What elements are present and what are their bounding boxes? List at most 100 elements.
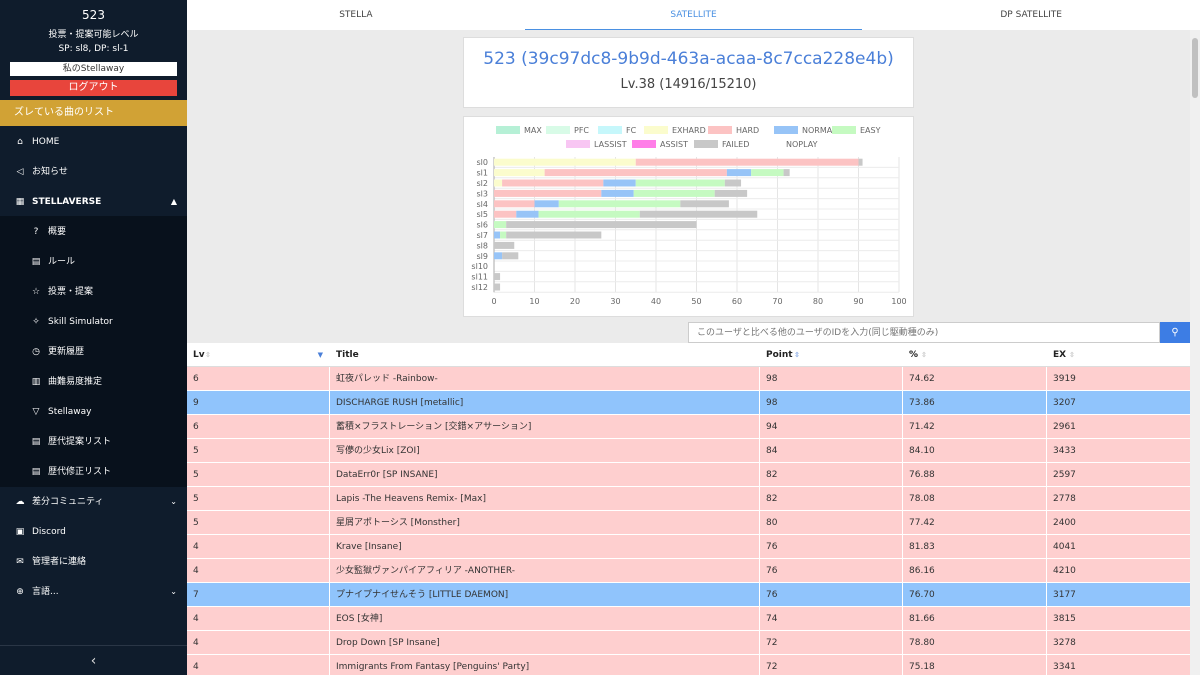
legend-label[interactable]: EASY bbox=[860, 126, 881, 135]
sidebar-item-contact-admin[interactable]: ✉ 管理者に連絡 bbox=[0, 547, 187, 577]
legend-label[interactable]: ASSIST bbox=[660, 140, 688, 149]
legend-label[interactable]: NORMAL bbox=[802, 126, 837, 135]
legend-swatch[interactable] bbox=[832, 126, 856, 134]
legend-swatch[interactable] bbox=[546, 126, 570, 134]
mismatch-song-list-link[interactable]: ズレている曲のリスト bbox=[0, 100, 187, 126]
table-row[interactable]: 7 プナイプナイせんそう [LITTLE DAEMON] 76 76.70 3177 bbox=[187, 583, 1190, 607]
cell-title[interactable]: EOS [女神] bbox=[330, 607, 760, 630]
bar-segment[interactable] bbox=[601, 189, 634, 197]
bar-segment[interactable] bbox=[494, 231, 501, 239]
table-row[interactable]: 5 DataErr0r [SP INSANE] 82 76.88 2597 bbox=[187, 463, 1190, 487]
bar-segment[interactable] bbox=[494, 210, 517, 218]
cell-title[interactable]: 写儚の少女Lix [ZOI] bbox=[330, 439, 760, 462]
bar-segment[interactable] bbox=[494, 158, 636, 166]
bar-segment[interactable] bbox=[516, 210, 539, 218]
table-row[interactable]: 6 虹夜パレッド -Rainbow- 98 74.62 3919 bbox=[187, 367, 1190, 391]
sidebar-item-stellaverse[interactable]: ▦ STELLAVERSE ▲ bbox=[0, 187, 187, 217]
cell-title[interactable]: Drop Down [SP Insane] bbox=[330, 631, 760, 654]
bar-segment[interactable] bbox=[494, 169, 545, 177]
filter-icon[interactable]: ▼ bbox=[318, 343, 323, 366]
bar-segment[interactable] bbox=[858, 158, 863, 166]
sidebar-item-home[interactable]: ⌂ HOME bbox=[0, 127, 187, 157]
bar-segment[interactable] bbox=[494, 189, 602, 197]
bar-segment[interactable] bbox=[494, 283, 501, 291]
legend-label[interactable]: NOPLAY bbox=[786, 140, 818, 149]
legend-label[interactable]: MAX bbox=[524, 126, 542, 135]
table-row[interactable]: 4 Drop Down [SP Insane] 72 78.80 3278 bbox=[187, 631, 1190, 655]
cell-title[interactable]: Lapis -The Heavens Remix- [Max] bbox=[330, 487, 760, 510]
legend-label[interactable]: FAILED bbox=[722, 140, 749, 149]
sidebar-item-news[interactable]: ◁ お知らせ bbox=[0, 157, 187, 187]
sidebar-item-stellaway[interactable]: ▽ Stellaway bbox=[0, 397, 187, 427]
table-row[interactable]: 5 星屑アポトーシス [Monsther] 80 77.42 2400 bbox=[187, 511, 1190, 535]
bar-segment[interactable] bbox=[558, 200, 681, 208]
legend-swatch[interactable] bbox=[598, 126, 622, 134]
cell-title[interactable]: Immigrants From Fantasy [Penguins' Party… bbox=[330, 655, 760, 675]
sidebar-item-skill-simulator[interactable]: ✧ Skill Simulator bbox=[0, 307, 187, 337]
sidebar-item-language[interactable]: ⊕ 言語... ⌄ bbox=[0, 577, 187, 607]
sidebar-item-overview[interactable]: ? 概要 bbox=[0, 217, 187, 247]
legend-swatch[interactable] bbox=[774, 126, 798, 134]
bar-segment[interactable] bbox=[506, 231, 602, 239]
table-row[interactable]: 9 DISCHARGE RUSH [metallic] 98 73.86 3207 bbox=[187, 391, 1190, 415]
col-percent-header[interactable]: % ⇳ bbox=[903, 343, 1047, 366]
bar-segment[interactable] bbox=[714, 189, 748, 197]
table-row[interactable]: 4 Krave [Insane] 76 81.83 4041 bbox=[187, 535, 1190, 559]
bar-segment[interactable] bbox=[494, 179, 503, 187]
cell-title[interactable]: 虹夜パレッド -Rainbow- bbox=[330, 367, 760, 390]
bar-segment[interactable] bbox=[494, 221, 507, 229]
cell-title[interactable]: DISCHARGE RUSH [metallic] bbox=[330, 391, 760, 414]
table-row[interactable]: 6 蓄積×フラストレーション [交錯×アサーション] 94 71.42 2961 bbox=[187, 415, 1190, 439]
bar-segment[interactable] bbox=[783, 169, 790, 177]
bar-segment[interactable] bbox=[544, 169, 727, 177]
legend-swatch[interactable] bbox=[496, 126, 520, 134]
sidebar-item-update-history[interactable]: ◷ 更新履歴 bbox=[0, 337, 187, 367]
compare-search-button[interactable]: ⚲ bbox=[1160, 322, 1190, 343]
tab-stella[interactable]: STELLA bbox=[187, 0, 525, 30]
cell-title[interactable]: プナイプナイせんそう [LITTLE DAEMON] bbox=[330, 583, 760, 606]
legend-label[interactable]: FC bbox=[626, 126, 637, 135]
tab-dp-satellite[interactable]: DP SATELLITE bbox=[862, 0, 1200, 30]
table-row[interactable]: 4 Immigrants From Fantasy [Penguins' Part… bbox=[187, 655, 1190, 675]
sidebar-item-proposal-history[interactable]: ▤ 歴代提案リスト bbox=[0, 427, 187, 457]
cell-title[interactable]: Krave [Insane] bbox=[330, 535, 760, 558]
sidebar-item-discord[interactable]: ▣ Discord bbox=[0, 517, 187, 547]
col-lv-header[interactable]: Lv ▼ ⇳ bbox=[187, 343, 330, 366]
sidebar-item-difficulty-estimate[interactable]: ▥ 曲難易度推定 bbox=[0, 367, 187, 397]
bar-segment[interactable] bbox=[494, 273, 501, 281]
bar-segment[interactable] bbox=[494, 252, 503, 260]
bar-segment[interactable] bbox=[506, 221, 697, 229]
tab-satellite[interactable]: SATELLITE bbox=[524, 0, 863, 30]
bar-segment[interactable] bbox=[724, 179, 742, 187]
legend-label[interactable]: LASSIST bbox=[594, 140, 627, 149]
compare-user-input[interactable] bbox=[688, 322, 1160, 343]
collapse-sidebar-button[interactable]: ‹ bbox=[0, 645, 187, 675]
legend-swatch[interactable] bbox=[708, 126, 732, 134]
bar-segment[interactable] bbox=[680, 200, 729, 208]
cell-title[interactable]: 蓄積×フラストレーション [交錯×アサーション] bbox=[330, 415, 760, 438]
legend-label[interactable]: EXHARD bbox=[672, 126, 706, 135]
bar-segment[interactable] bbox=[603, 179, 636, 187]
sidebar-item-rules[interactable]: ▤ ルール bbox=[0, 247, 187, 277]
table-row[interactable]: 5 写儚の少女Lix [ZOI] 84 84.10 3433 bbox=[187, 439, 1190, 463]
bar-segment[interactable] bbox=[635, 179, 725, 187]
bar-segment[interactable] bbox=[633, 189, 715, 197]
bar-segment[interactable] bbox=[494, 241, 515, 249]
legend-swatch[interactable] bbox=[632, 140, 656, 148]
col-point-header[interactable]: Point ⇳ bbox=[760, 343, 903, 366]
bar-segment[interactable] bbox=[639, 210, 758, 218]
legend-swatch[interactable] bbox=[644, 126, 668, 134]
bar-segment[interactable] bbox=[635, 158, 859, 166]
bar-segment[interactable] bbox=[502, 252, 519, 260]
logout-button[interactable]: ログアウト bbox=[10, 80, 177, 96]
sidebar-item-fix-history[interactable]: ▤ 歴代修正リスト bbox=[0, 457, 187, 487]
bar-segment[interactable] bbox=[500, 231, 507, 239]
cell-title[interactable]: 少女監獄ヴァンパイアフィリア -ANOTHER- bbox=[330, 559, 760, 582]
table-row[interactable]: 5 Lapis -The Heavens Remix- [Max] 82 78.08 2… bbox=[187, 487, 1190, 511]
legend-label[interactable]: HARD bbox=[736, 126, 759, 135]
bar-segment[interactable] bbox=[751, 169, 784, 177]
col-ex-header[interactable]: EX ⇳ bbox=[1047, 343, 1190, 366]
my-stellaway-button[interactable]: 私のStellaway bbox=[10, 62, 177, 76]
sidebar-item-diff-community[interactable]: ☁ 差分コミュニティ ⌄ bbox=[0, 487, 187, 517]
col-title-header[interactable]: Title bbox=[330, 343, 760, 366]
